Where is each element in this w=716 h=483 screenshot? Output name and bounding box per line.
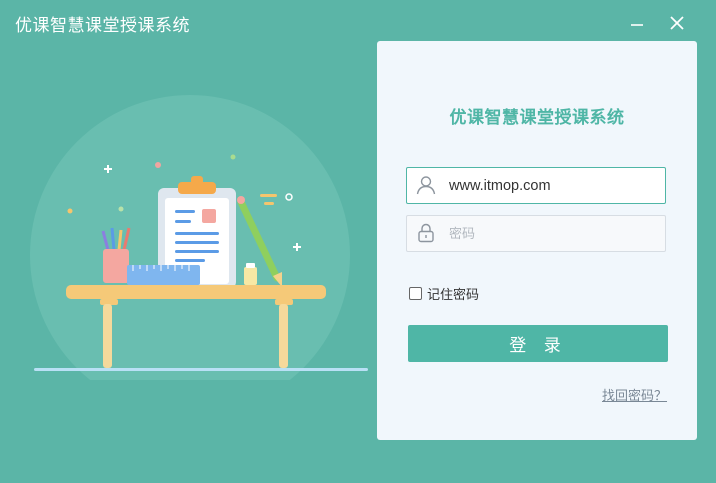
desk-illustration [30, 95, 368, 380]
app-title: 优课智慧课堂授课系统 [15, 16, 190, 36]
username-input[interactable] [449, 168, 657, 203]
minimize-button[interactable] [624, 10, 650, 36]
close-button[interactable] [664, 10, 690, 36]
user-icon [416, 176, 436, 195]
password-input[interactable] [449, 216, 657, 251]
floor-line [34, 368, 368, 371]
lock-icon [418, 223, 434, 243]
forgot-password-link[interactable]: 找回密码？ [602, 385, 667, 404]
close-icon [670, 16, 684, 30]
login-window: 优课智慧课堂授课系统 优课智慧课堂授课系统 www.itmop.com 记住密码… [0, 0, 716, 483]
title-bar: 优课智慧课堂授课系统 [0, 0, 716, 44]
login-button[interactable]: 登 录 [408, 325, 668, 362]
minimize-icon [631, 24, 643, 26]
remember-checkbox[interactable] [409, 287, 422, 300]
login-panel: 优课智慧课堂授课系统 记住密码 登 录 找回密码？ [377, 41, 697, 440]
username-field[interactable] [406, 167, 666, 204]
remember-password[interactable]: 记住密码 [409, 284, 479, 303]
remember-label: 记住密码 [427, 288, 480, 303]
ruler [127, 265, 200, 285]
panel-title: 优课智慧课堂授课系统 [449, 108, 625, 128]
password-field[interactable] [406, 215, 666, 252]
